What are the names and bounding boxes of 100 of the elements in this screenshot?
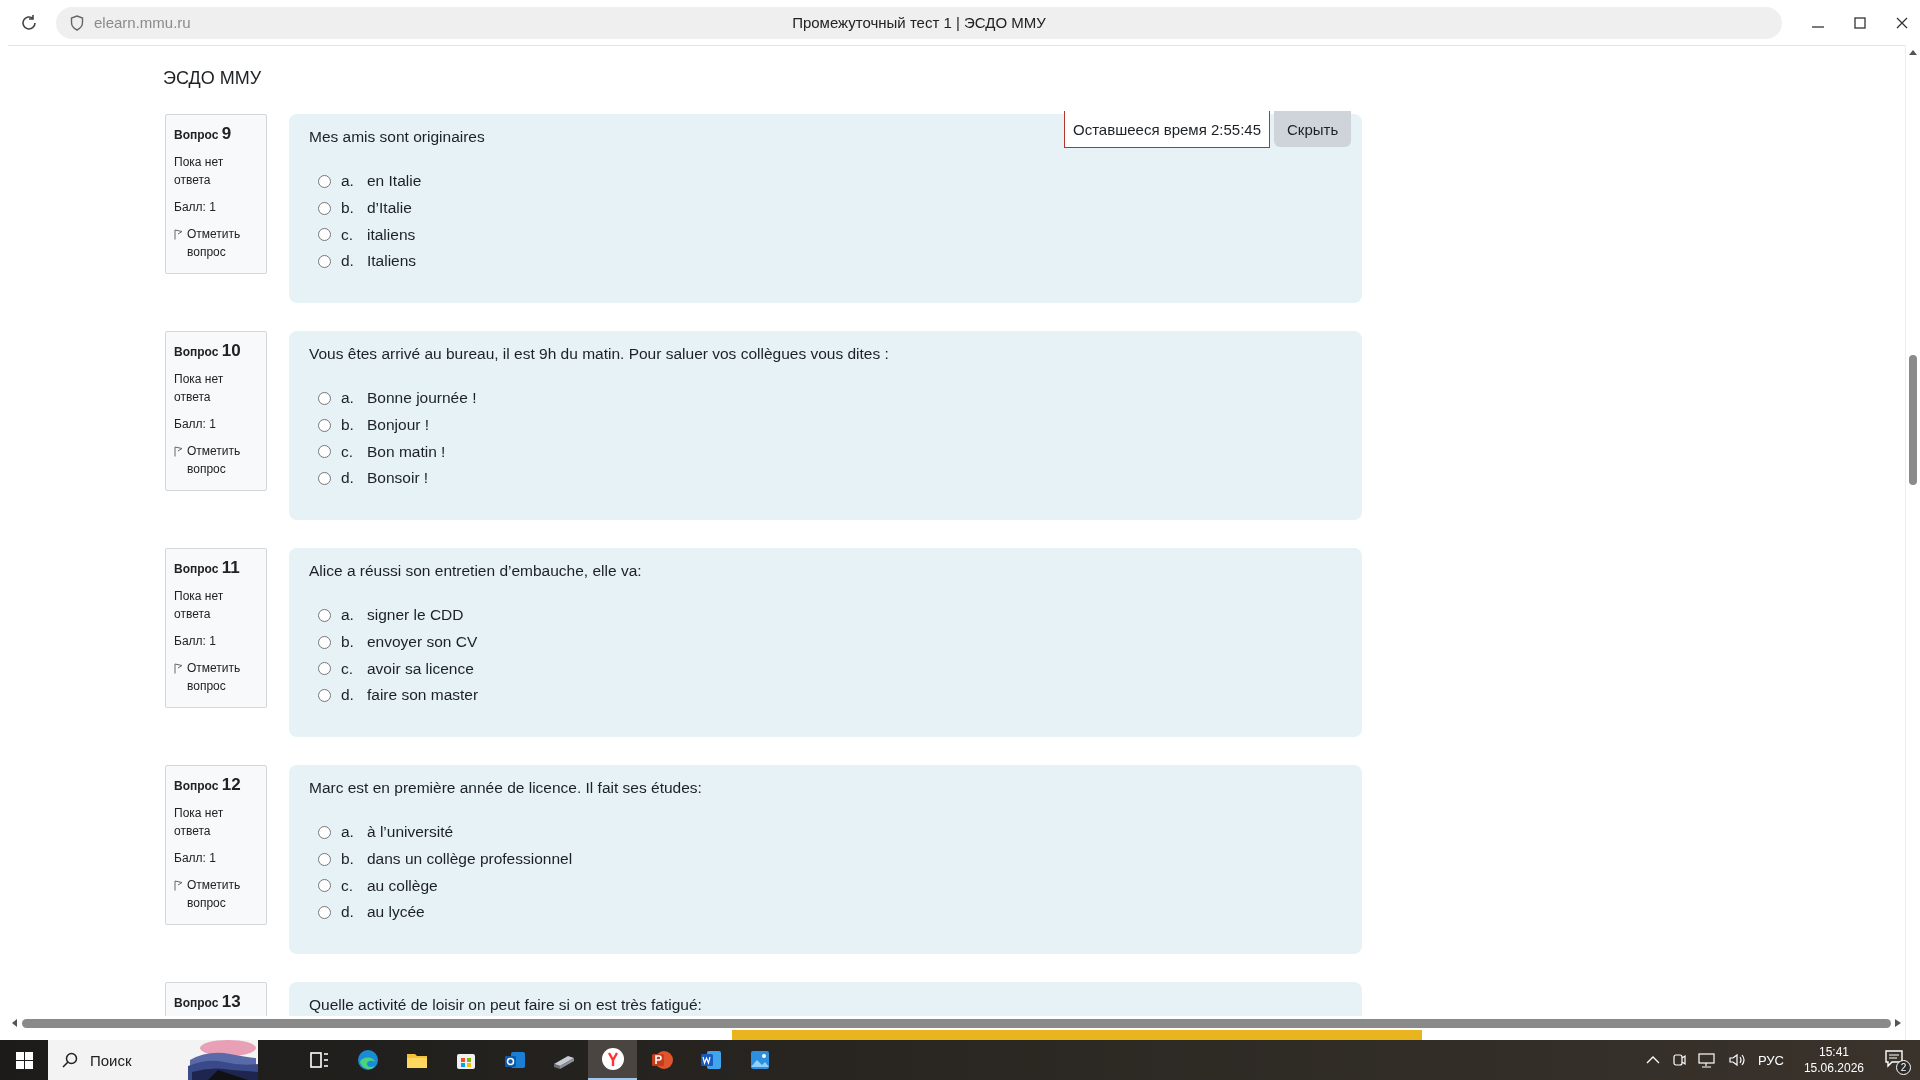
option-letter: c.: [341, 442, 355, 461]
option-letter: b.: [341, 850, 355, 869]
option-letter: b.: [341, 199, 355, 218]
option-letter: a.: [341, 389, 355, 408]
flag-icon[interactable]: [174, 663, 183, 674]
question-number: Вопрос 9: [174, 125, 233, 144]
time-remaining: Оставшееся время 2:55:45: [1064, 111, 1270, 148]
option-label[interactable]: à l’université: [367, 823, 454, 842]
flag-question-link[interactable]: Отметить вопрос: [187, 225, 256, 261]
scroll-left-icon[interactable]: [12, 1019, 18, 1027]
flag-question-link[interactable]: Отметить вопрос: [187, 876, 256, 912]
flag-icon[interactable]: [174, 229, 183, 240]
search-placeholder: Поиск: [90, 1051, 132, 1069]
radio-button[interactable]: [318, 254, 331, 268]
answer-status: Пока нет ответа: [174, 805, 225, 840]
radio-button[interactable]: [318, 852, 331, 866]
scroll-up-icon[interactable]: [1909, 49, 1917, 55]
question-text: Mes amis sont originaires: [309, 128, 485, 146]
network-icon[interactable]: [1697, 1052, 1716, 1068]
flag-icon[interactable]: [174, 880, 183, 891]
option-letter: a.: [341, 823, 355, 842]
radio-button[interactable]: [318, 662, 331, 676]
question-text: Alice a réussi son entretien d’embauche, elle va:: [309, 562, 642, 580]
radio-button[interactable]: [318, 471, 331, 485]
flag-question-link[interactable]: Отметить вопрос: [187, 442, 256, 478]
clock-time: 15:41: [1818, 1044, 1849, 1060]
address-bar[interactable]: elearn.mmu.ru Промежуточный тест 1 | ЭСДО ММУ: [56, 6, 1782, 39]
flag-question-link[interactable]: Отметить вопрос: [187, 659, 256, 695]
question-grade: Балл: 1: [174, 633, 217, 650]
option-label[interactable]: envoyer son CV: [367, 633, 478, 652]
answer-status: Пока нет ответа: [174, 588, 225, 623]
reload-icon[interactable]: [20, 13, 38, 32]
volume-icon[interactable]: [1727, 1052, 1746, 1068]
question-text: Marc est en première année de licence. Il fait ses études:: [309, 779, 702, 797]
search-field[interactable]: Поиск: [48, 1040, 258, 1080]
option-label[interactable]: en Italie: [367, 172, 422, 191]
notifications-button[interactable]: 2: [1884, 1048, 1908, 1072]
browser-icon: [600, 1047, 625, 1071]
question-number: Вопрос 10: [174, 342, 242, 361]
radio-button[interactable]: [318, 825, 331, 839]
question-text: Quelle activité de loisir on peut faire si on est très fatigué:: [309, 996, 702, 1014]
option-label[interactable]: Bonjour !: [367, 416, 430, 435]
radio-button[interactable]: [318, 174, 331, 188]
radio-button[interactable]: [318, 228, 331, 242]
question-grade: Балл: 1: [174, 416, 217, 433]
option-label[interactable]: Bonsoir !: [367, 469, 429, 488]
question-number: Вопрос 11: [174, 559, 241, 578]
taskbar-app[interactable]: [588, 1040, 637, 1080]
scroll-right-icon[interactable]: [1895, 1019, 1901, 1027]
option-letter: b.: [341, 633, 355, 652]
page-title: Промежуточный тест 1 | ЭСДО ММУ: [792, 14, 1046, 31]
option-label[interactable]: au collège: [367, 876, 438, 895]
language-indicator[interactable]: РУС: [1757, 1052, 1784, 1068]
presentation-icon: [649, 1048, 674, 1072]
document-icon: [698, 1048, 723, 1072]
radio-button[interactable]: [318, 445, 331, 459]
answer-status: Пока нет ответа: [174, 154, 225, 189]
option-label[interactable]: italiens: [367, 225, 416, 244]
flag-icon[interactable]: [174, 446, 183, 457]
option-label[interactable]: Italiens: [367, 252, 417, 271]
option-label[interactable]: Bonne journée !: [367, 389, 477, 408]
radio-button[interactable]: [318, 879, 331, 893]
hide-button[interactable]: Скрыть: [1274, 111, 1352, 147]
option-label[interactable]: d’Italie: [367, 199, 412, 218]
option-letter: d.: [341, 252, 355, 271]
question-text: Vous êtes arrivé au bureau, il est 9h du matin. Pour saluer vos collègues vous dites :: [309, 345, 889, 363]
option-letter: b.: [341, 416, 355, 435]
radio-button[interactable]: [318, 201, 331, 215]
option-letter: c.: [341, 225, 355, 244]
radio-button[interactable]: [318, 418, 331, 432]
option-label[interactable]: faire son master: [367, 686, 479, 705]
radio-button[interactable]: [318, 608, 331, 622]
radio-button[interactable]: [318, 635, 331, 649]
option-label[interactable]: signer le CDD: [367, 606, 464, 625]
windows-icon: [15, 1051, 33, 1069]
radio-button[interactable]: [318, 905, 331, 919]
option-label[interactable]: au lycée: [367, 903, 425, 922]
address-text: elearn.mmu.ru: [94, 14, 191, 31]
search-icon: [62, 1052, 78, 1068]
scroll-thumb[interactable]: [22, 1018, 1891, 1028]
radio-button[interactable]: [318, 391, 331, 405]
question-grade: Балл: 1: [174, 850, 217, 867]
question-number: Вопрос 13: [174, 993, 242, 1012]
question-grade: Балл: 1: [174, 199, 217, 216]
maximize-icon[interactable]: [1852, 14, 1868, 31]
chevron-up-icon[interactable]: [1645, 1055, 1660, 1065]
option-label[interactable]: Bon matin !: [367, 442, 446, 461]
browser-icon: [355, 1048, 380, 1072]
shield-icon: [70, 14, 84, 31]
radio-button[interactable]: [318, 688, 331, 702]
option-label[interactable]: avoir sa licence: [367, 659, 474, 678]
option-letter: d.: [341, 686, 355, 705]
vertical-scrollbar[interactable]: [1905, 45, 1920, 1040]
clock-date: 15.06.2026: [1803, 1060, 1864, 1076]
site-name[interactable]: ЭСДО ММУ: [163, 68, 262, 89]
scroll-thumb[interactable]: [1909, 355, 1917, 485]
option-label[interactable]: dans un collège professionnel: [367, 850, 573, 869]
camera-icon[interactable]: [1671, 1052, 1686, 1068]
notification-count: 2: [1896, 1060, 1911, 1075]
option-letter: a.: [341, 606, 355, 625]
